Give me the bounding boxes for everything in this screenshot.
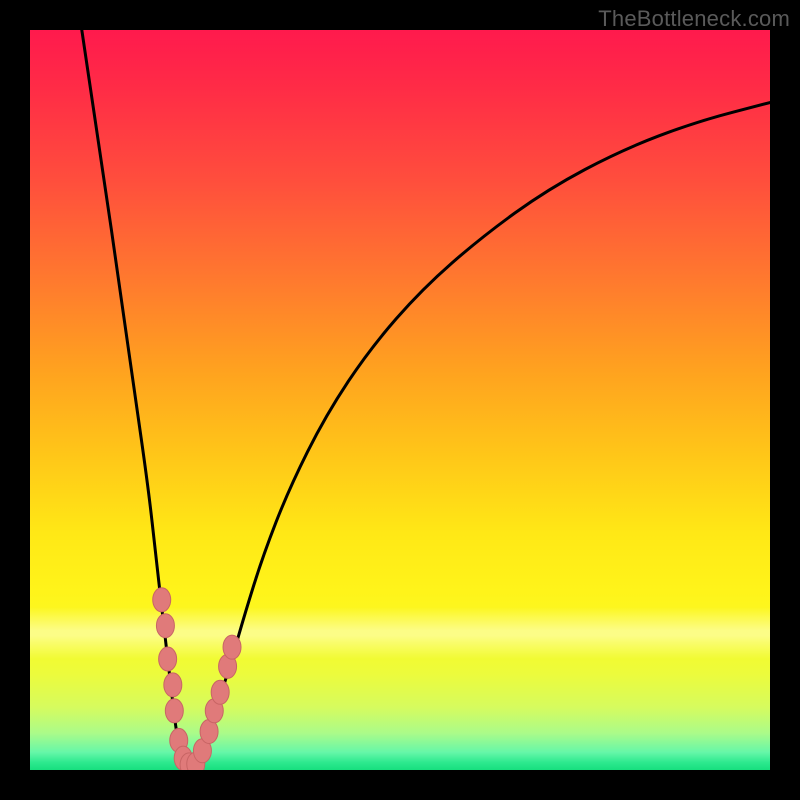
data-dot (164, 673, 182, 697)
data-dot (159, 647, 177, 671)
data-dot (223, 635, 241, 659)
data-dot (165, 699, 183, 723)
data-dots (153, 588, 241, 770)
data-dot (156, 614, 174, 638)
curve-layer (30, 30, 770, 770)
data-dot (153, 588, 171, 612)
curve-right-branch (191, 103, 770, 768)
plot-area (30, 30, 770, 770)
data-dot (211, 680, 229, 704)
watermark-text: TheBottleneck.com (598, 6, 790, 32)
chart-frame: TheBottleneck.com (0, 0, 800, 800)
